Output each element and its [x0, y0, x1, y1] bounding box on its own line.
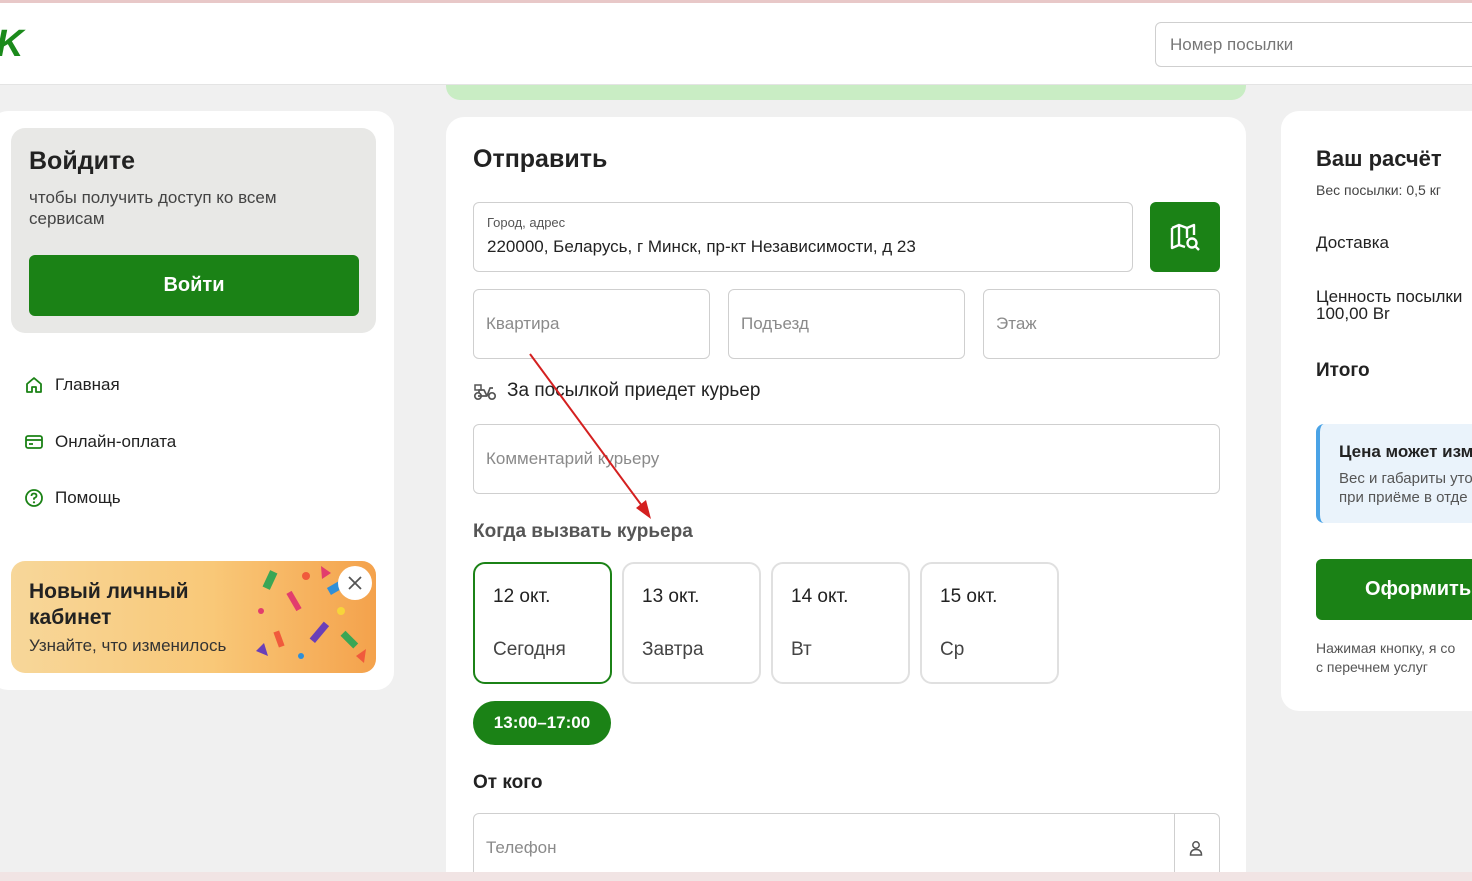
floor-input[interactable] — [983, 289, 1220, 359]
phone-input[interactable] — [474, 814, 1174, 881]
card-icon — [25, 435, 43, 449]
address-field[interactable]: Город, адрес 220000, Беларусь, г Минск, … — [473, 202, 1133, 272]
sidebar-item-label: Помощь — [55, 488, 121, 507]
day-name: Вт — [791, 639, 812, 660]
scooter-icon — [473, 384, 497, 401]
sidebar-item-home[interactable]: Главная — [24, 375, 120, 395]
login-title: Войдите — [29, 147, 136, 175]
day-option-tomorrow[interactable]: 13 окт. Завтра — [622, 562, 761, 684]
delivery-label: Доставка — [1316, 233, 1390, 252]
day-option-today[interactable]: 12 окт. Сегодня — [473, 562, 612, 684]
day-name: Сегодня — [493, 639, 566, 660]
terms-note-line: Нажимая кнопку, я со — [1316, 640, 1456, 656]
phone-field — [473, 813, 1220, 881]
tracking-number-input[interactable] — [1155, 22, 1472, 67]
sender-title: От кого — [473, 772, 543, 793]
help-icon — [25, 489, 43, 507]
notice-line: при приёме в отде — [1339, 489, 1468, 506]
terms-note-line: с перечнем услуг — [1316, 659, 1428, 675]
sidebar-item-label: Главная — [55, 375, 120, 394]
bottom-edge — [0, 872, 1472, 881]
notice-text: Вес и габариты уто при приёме в отде — [1339, 469, 1472, 507]
contact-icon[interactable] — [1187, 839, 1205, 857]
login-button[interactable]: Войти — [29, 255, 359, 316]
sidebar-item-online-payment[interactable]: Онлайн-оплата — [24, 432, 176, 452]
summary-card — [1281, 111, 1472, 711]
notice-title: Цена может изм — [1339, 442, 1472, 461]
promo-close-button[interactable] — [338, 566, 372, 600]
day-date: 12 окт. — [493, 586, 551, 607]
day-date: 14 окт. — [791, 586, 849, 607]
send-title: Отправить — [473, 145, 608, 173]
site-logo[interactable]: K — [0, 23, 23, 66]
address-value: 220000, Беларусь, г Минск, пр-кт Независ… — [487, 237, 916, 256]
time-slot-button[interactable]: 13:00–17:00 — [473, 701, 611, 745]
terms-note: Нажимая кнопку, я со с перечнем услуг — [1316, 639, 1455, 677]
day-option-tuesday[interactable]: 14 окт. Вт — [771, 562, 910, 684]
login-subtitle: чтобы получить доступ ко всем сервисам — [29, 188, 277, 228]
day-name: Ср — [940, 639, 965, 660]
address-label: Город, адрес — [487, 215, 566, 230]
promo-banner[interactable]: Новый личный кабинет Узнайте, что измени… — [11, 561, 376, 673]
apartment-input[interactable] — [473, 289, 710, 359]
field-divider — [1174, 814, 1175, 881]
day-date: 13 окт. — [642, 586, 700, 607]
parcel-value-amount: 100,00 Br — [1316, 304, 1390, 323]
day-option-wednesday[interactable]: 15 окт. Ср — [920, 562, 1059, 684]
courier-text: За посылкой приедет курьер — [507, 380, 761, 401]
parcel-weight: Вес посылки: 0,5 кг — [1316, 182, 1441, 198]
total-label: Итого — [1316, 360, 1370, 381]
site-header: K — [0, 3, 1472, 85]
price-notice: Цена может изм Вес и габариты уто при пр… — [1316, 424, 1472, 523]
courier-info: За посылкой приедет курьер — [473, 380, 760, 402]
sidebar-item-label: Онлайн-оплата — [55, 432, 177, 451]
day-name: Завтра — [642, 639, 704, 660]
promo-subtitle: Узнайте, что изменилось — [29, 636, 227, 655]
day-date: 15 окт. — [940, 586, 998, 607]
close-icon — [348, 576, 362, 590]
pickup-date-title: Когда вызвать курьера — [473, 521, 693, 542]
notification-banner-edge — [446, 85, 1246, 100]
home-icon — [26, 377, 42, 393]
courier-comment-input[interactable] — [473, 424, 1220, 494]
sidebar-item-help[interactable]: Помощь — [24, 488, 121, 508]
map-search-icon — [1170, 223, 1200, 251]
place-order-button[interactable]: Оформить — [1316, 559, 1472, 620]
promo-title: Новый личный кабинет — [29, 580, 189, 629]
summary-title: Ваш расчёт — [1316, 146, 1442, 171]
map-search-button[interactable] — [1150, 202, 1220, 272]
notice-line: Вес и габариты уто — [1339, 470, 1472, 487]
entrance-input[interactable] — [728, 289, 965, 359]
